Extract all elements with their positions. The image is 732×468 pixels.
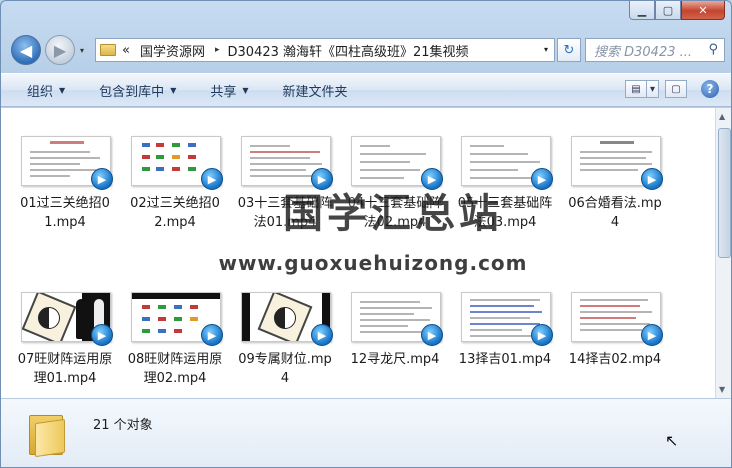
file-item[interactable]: ▶ 06合婚看法.mp4 xyxy=(565,136,665,276)
breadcrumb-segment-root[interactable]: 国学资源网 xyxy=(140,41,205,60)
watermark-title: 国学汇总站 xyxy=(283,191,503,237)
dropdown-arrow-icon: ▼ xyxy=(59,85,66,95)
navigation-bar: ◀ ▶ ▾ « 国学资源网 ▸ D30423 瀚海轩《四柱高级班》21集视频 ▾… xyxy=(1,33,731,67)
file-name[interactable]: 09专属财位.mp4 xyxy=(235,350,335,388)
search-input[interactable]: 搜索 D30423 ... ⚲ xyxy=(585,38,725,62)
scrollbar-thumb[interactable] xyxy=(718,128,731,258)
file-name[interactable]: 14择吉02.mp4 xyxy=(565,350,665,369)
minimize-button[interactable]: ▁ xyxy=(629,1,655,20)
explorer-window: ▁ ▢ ✕ ◀ ▶ ▾ « 国学资源网 ▸ D30423 瀚海轩《四柱高级班》2… xyxy=(0,0,732,468)
organize-label: 组织 xyxy=(27,84,54,100)
forward-button[interactable]: ▶ xyxy=(45,35,75,65)
folder-icon xyxy=(29,411,65,458)
search-icon[interactable]: ⚲ xyxy=(708,42,718,57)
maximize-button[interactable]: ▢ xyxy=(655,1,681,20)
change-view-icon[interactable]: ▤ xyxy=(625,80,647,98)
scroll-down-icon[interactable]: ▼ xyxy=(719,385,725,394)
video-play-badge-icon: ▶ xyxy=(311,324,333,346)
view-options-dropdown-icon[interactable]: ▾ xyxy=(647,80,659,98)
video-play-badge-icon: ▶ xyxy=(531,324,553,346)
details-pane: 21 个对象 ↖ xyxy=(1,398,731,467)
view-controls: ▤ ▾ ▢ ? xyxy=(619,80,719,98)
recent-pages-dropdown-icon[interactable]: ▾ xyxy=(80,46,84,55)
dropdown-arrow-icon: ▼ xyxy=(170,85,177,95)
mouse-cursor-icon: ↖ xyxy=(665,431,679,450)
include-in-library-label: 包含到库中 xyxy=(99,84,165,100)
search-placeholder: 搜索 D30423 ... xyxy=(594,44,693,60)
caption-buttons: ▁ ▢ ✕ xyxy=(629,1,725,21)
back-button[interactable]: ◀ xyxy=(11,35,41,65)
file-name[interactable]: 13择吉01.mp4 xyxy=(455,350,555,369)
item-count: 21 个对象 xyxy=(93,418,153,433)
include-in-library-menu[interactable]: 包含到库中 ▼ xyxy=(99,81,176,100)
share-label: 共享 xyxy=(210,84,237,100)
command-bar: 组织 ▼ 包含到库中 ▼ 共享 ▼ 新建文件夹 ▤ ▾ ▢ ? xyxy=(1,73,731,107)
video-play-badge-icon: ▶ xyxy=(641,324,663,346)
file-name[interactable]: 06合婚看法.mp4 xyxy=(565,194,665,232)
watermark-url: www.guoxuehuizong.com xyxy=(218,251,528,275)
file-name[interactable]: 12寻龙尺.mp4 xyxy=(345,350,445,369)
scroll-up-icon[interactable]: ▲ xyxy=(719,112,725,121)
file-name[interactable]: 07旺财阵运用原理01.mp4 xyxy=(15,350,115,388)
video-play-badge-icon: ▶ xyxy=(421,324,443,346)
address-bar[interactable]: « 国学资源网 ▸ D30423 瀚海轩《四柱高级班》21集视频 ▾ xyxy=(95,38,555,62)
folder-icon xyxy=(100,44,116,56)
video-play-badge-icon: ▶ xyxy=(91,168,113,190)
new-folder-label: 新建文件夹 xyxy=(282,84,348,100)
address-dropdown-icon[interactable]: ▾ xyxy=(544,45,548,54)
video-play-badge-icon: ▶ xyxy=(201,324,223,346)
breadcrumb-prefix[interactable]: « xyxy=(122,43,130,58)
refresh-button[interactable]: ↻ xyxy=(557,38,581,62)
share-menu[interactable]: 共享 ▼ xyxy=(210,81,248,100)
video-play-badge-icon: ▶ xyxy=(91,324,113,346)
new-folder-button[interactable]: 新建文件夹 xyxy=(283,81,348,100)
breadcrumb-segment-current[interactable]: D30423 瀚海轩《四柱高级班》21集视频 xyxy=(228,41,469,60)
close-button[interactable]: ✕ xyxy=(681,1,725,20)
organize-menu[interactable]: 组织 ▼ xyxy=(27,81,65,100)
file-name[interactable]: 02过三关绝招02.mp4 xyxy=(125,194,225,232)
preview-pane-icon[interactable]: ▢ xyxy=(665,80,687,98)
help-icon[interactable]: ? xyxy=(701,80,719,98)
breadcrumb-separator-icon[interactable]: ▸ xyxy=(215,45,220,55)
video-play-badge-icon: ▶ xyxy=(641,168,663,190)
file-item[interactable]: ▶ 02过三关绝招02.mp4 xyxy=(125,136,225,276)
vertical-scrollbar[interactable]: ▲ ▼ xyxy=(715,108,731,398)
file-name[interactable]: 08旺财阵运用原理02.mp4 xyxy=(125,350,225,388)
file-name[interactable]: 01过三关绝招01.mp4 xyxy=(15,194,115,232)
dropdown-arrow-icon: ▼ xyxy=(242,85,249,95)
file-item[interactable]: ▶ 01过三关绝招01.mp4 xyxy=(15,136,115,276)
video-play-badge-icon: ▶ xyxy=(201,168,223,190)
